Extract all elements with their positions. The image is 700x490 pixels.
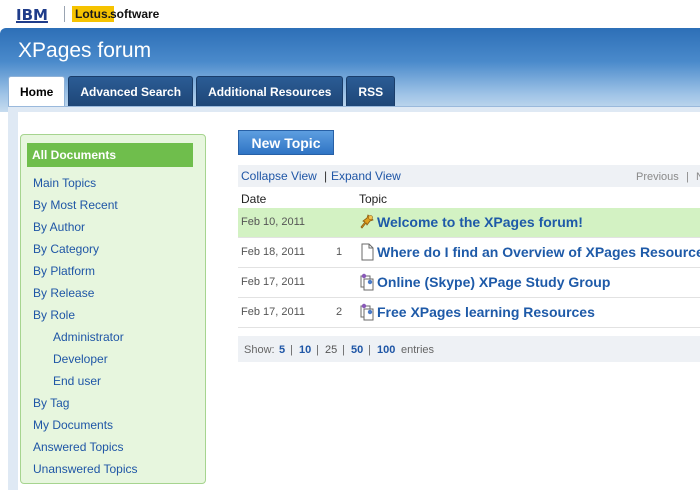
sidebar-item-by-category[interactable]: By Category [33, 241, 99, 257]
tab-additional-resources[interactable]: Additional Resources [196, 76, 344, 106]
pager-next-link[interactable]: N [696, 171, 700, 184]
lotus-logo: Lotus. [72, 6, 114, 22]
sidebar-item-answered-topics[interactable]: Answered Topics [33, 439, 124, 455]
entries-option-10[interactable]: 10 [299, 344, 311, 357]
sidebar-item-by-tag[interactable]: By Tag [33, 395, 69, 411]
view-separator: | [324, 169, 328, 183]
document-icon [359, 243, 375, 261]
collapse-view-link[interactable]: Collapse View [241, 169, 317, 183]
sidebar-item-by-release[interactable]: By Release [33, 285, 94, 301]
app-title: XPages forum [18, 39, 152, 62]
sidebar-item-by-platform[interactable]: By Platform [33, 263, 95, 279]
software-label: software [110, 7, 160, 21]
topic-link[interactable]: Where do I find an Overview of XPages Re… [377, 244, 700, 260]
tab-advanced-search[interactable]: Advanced Search [68, 76, 194, 106]
discussion-icon [359, 273, 375, 291]
topic-link[interactable]: Welcome to the XPages forum! [377, 214, 583, 230]
row-response-count: 2 [336, 306, 343, 318]
discussion-icon [359, 303, 375, 321]
sidebar-item-by-most-recent[interactable]: By Most Recent [33, 197, 118, 213]
row-date: Feb 10, 2011 [241, 216, 306, 228]
brand-divider [64, 6, 65, 22]
entries-option-25: 25 [325, 344, 338, 356]
sidebar-item-unanswered-topics[interactable]: Unanswered Topics [33, 461, 138, 477]
table-row[interactable]: Feb 10, 2011 Welcome to the XPages forum… [238, 208, 700, 238]
entries-option-5[interactable]: 5 [279, 344, 285, 357]
sidebar-item-developer[interactable]: Developer [53, 351, 108, 367]
sidebar-item-my-documents[interactable]: My Documents [33, 417, 113, 433]
entries-bar: Show: 5 | 10 | 25 | 50 | 100 entries [238, 336, 700, 362]
entries-separator: | [290, 344, 293, 356]
sidebar-item-main-topics[interactable]: Main Topics [33, 175, 96, 191]
entries-option-50[interactable]: 50 [351, 344, 363, 357]
entries-separator: | [316, 344, 319, 356]
sidebar-item-all-documents[interactable]: All Documents [27, 143, 193, 167]
view-bar: Collapse View | Expand View Previous | N [238, 165, 700, 187]
row-response-count: 1 [336, 246, 343, 258]
topic-link[interactable]: Free XPages learning Resources [377, 304, 595, 320]
sidebar-item-end-user[interactable]: End user [53, 373, 101, 389]
ibm-logo: IBM [16, 6, 48, 24]
tab-home[interactable]: Home [8, 76, 66, 107]
entries-separator: | [342, 344, 345, 356]
pager-separator: | [686, 171, 689, 183]
sidebar-item-by-author[interactable]: By Author [33, 219, 85, 235]
row-date: Feb 18, 2011 [241, 246, 306, 258]
table-row[interactable]: Feb 17, 2011 Online (Skype) XPage Study … [238, 268, 700, 298]
entries-option-100[interactable]: 100 [377, 344, 395, 357]
new-topic-button[interactable]: New Topic [238, 130, 334, 155]
expand-view-link[interactable]: Expand View [331, 169, 401, 183]
entries-show-label: Show: [244, 344, 275, 356]
sidebar-item-administrator[interactable]: Administrator [53, 329, 124, 345]
row-date: Feb 17, 2011 [241, 306, 306, 318]
tab-rss[interactable]: RSS [346, 76, 396, 106]
row-date: Feb 17, 2011 [241, 276, 306, 288]
pager-previous-link[interactable]: Previous [636, 171, 679, 184]
entries-suffix: entries [401, 344, 435, 356]
table-row[interactable]: Feb 18, 2011 1 Where do I find an Overvi… [238, 238, 700, 268]
topic-link[interactable]: Online (Skype) XPage Study Group [377, 274, 610, 290]
brand-bar: IBM Lotus. software [0, 0, 700, 28]
sidebar: All Documents Main Topics By Most Recent… [20, 134, 206, 484]
pin-icon [359, 213, 375, 231]
sidebar-item-by-role[interactable]: By Role [33, 307, 75, 323]
column-header-topic: Topic [359, 192, 388, 206]
tab-bar: Home Advanced Search Additional Resource… [8, 76, 396, 107]
table-row[interactable]: Feb 17, 2011 2 Free XPages learning Reso… [238, 298, 700, 328]
entries-separator: | [368, 344, 371, 356]
column-header-date: Date [241, 192, 267, 206]
